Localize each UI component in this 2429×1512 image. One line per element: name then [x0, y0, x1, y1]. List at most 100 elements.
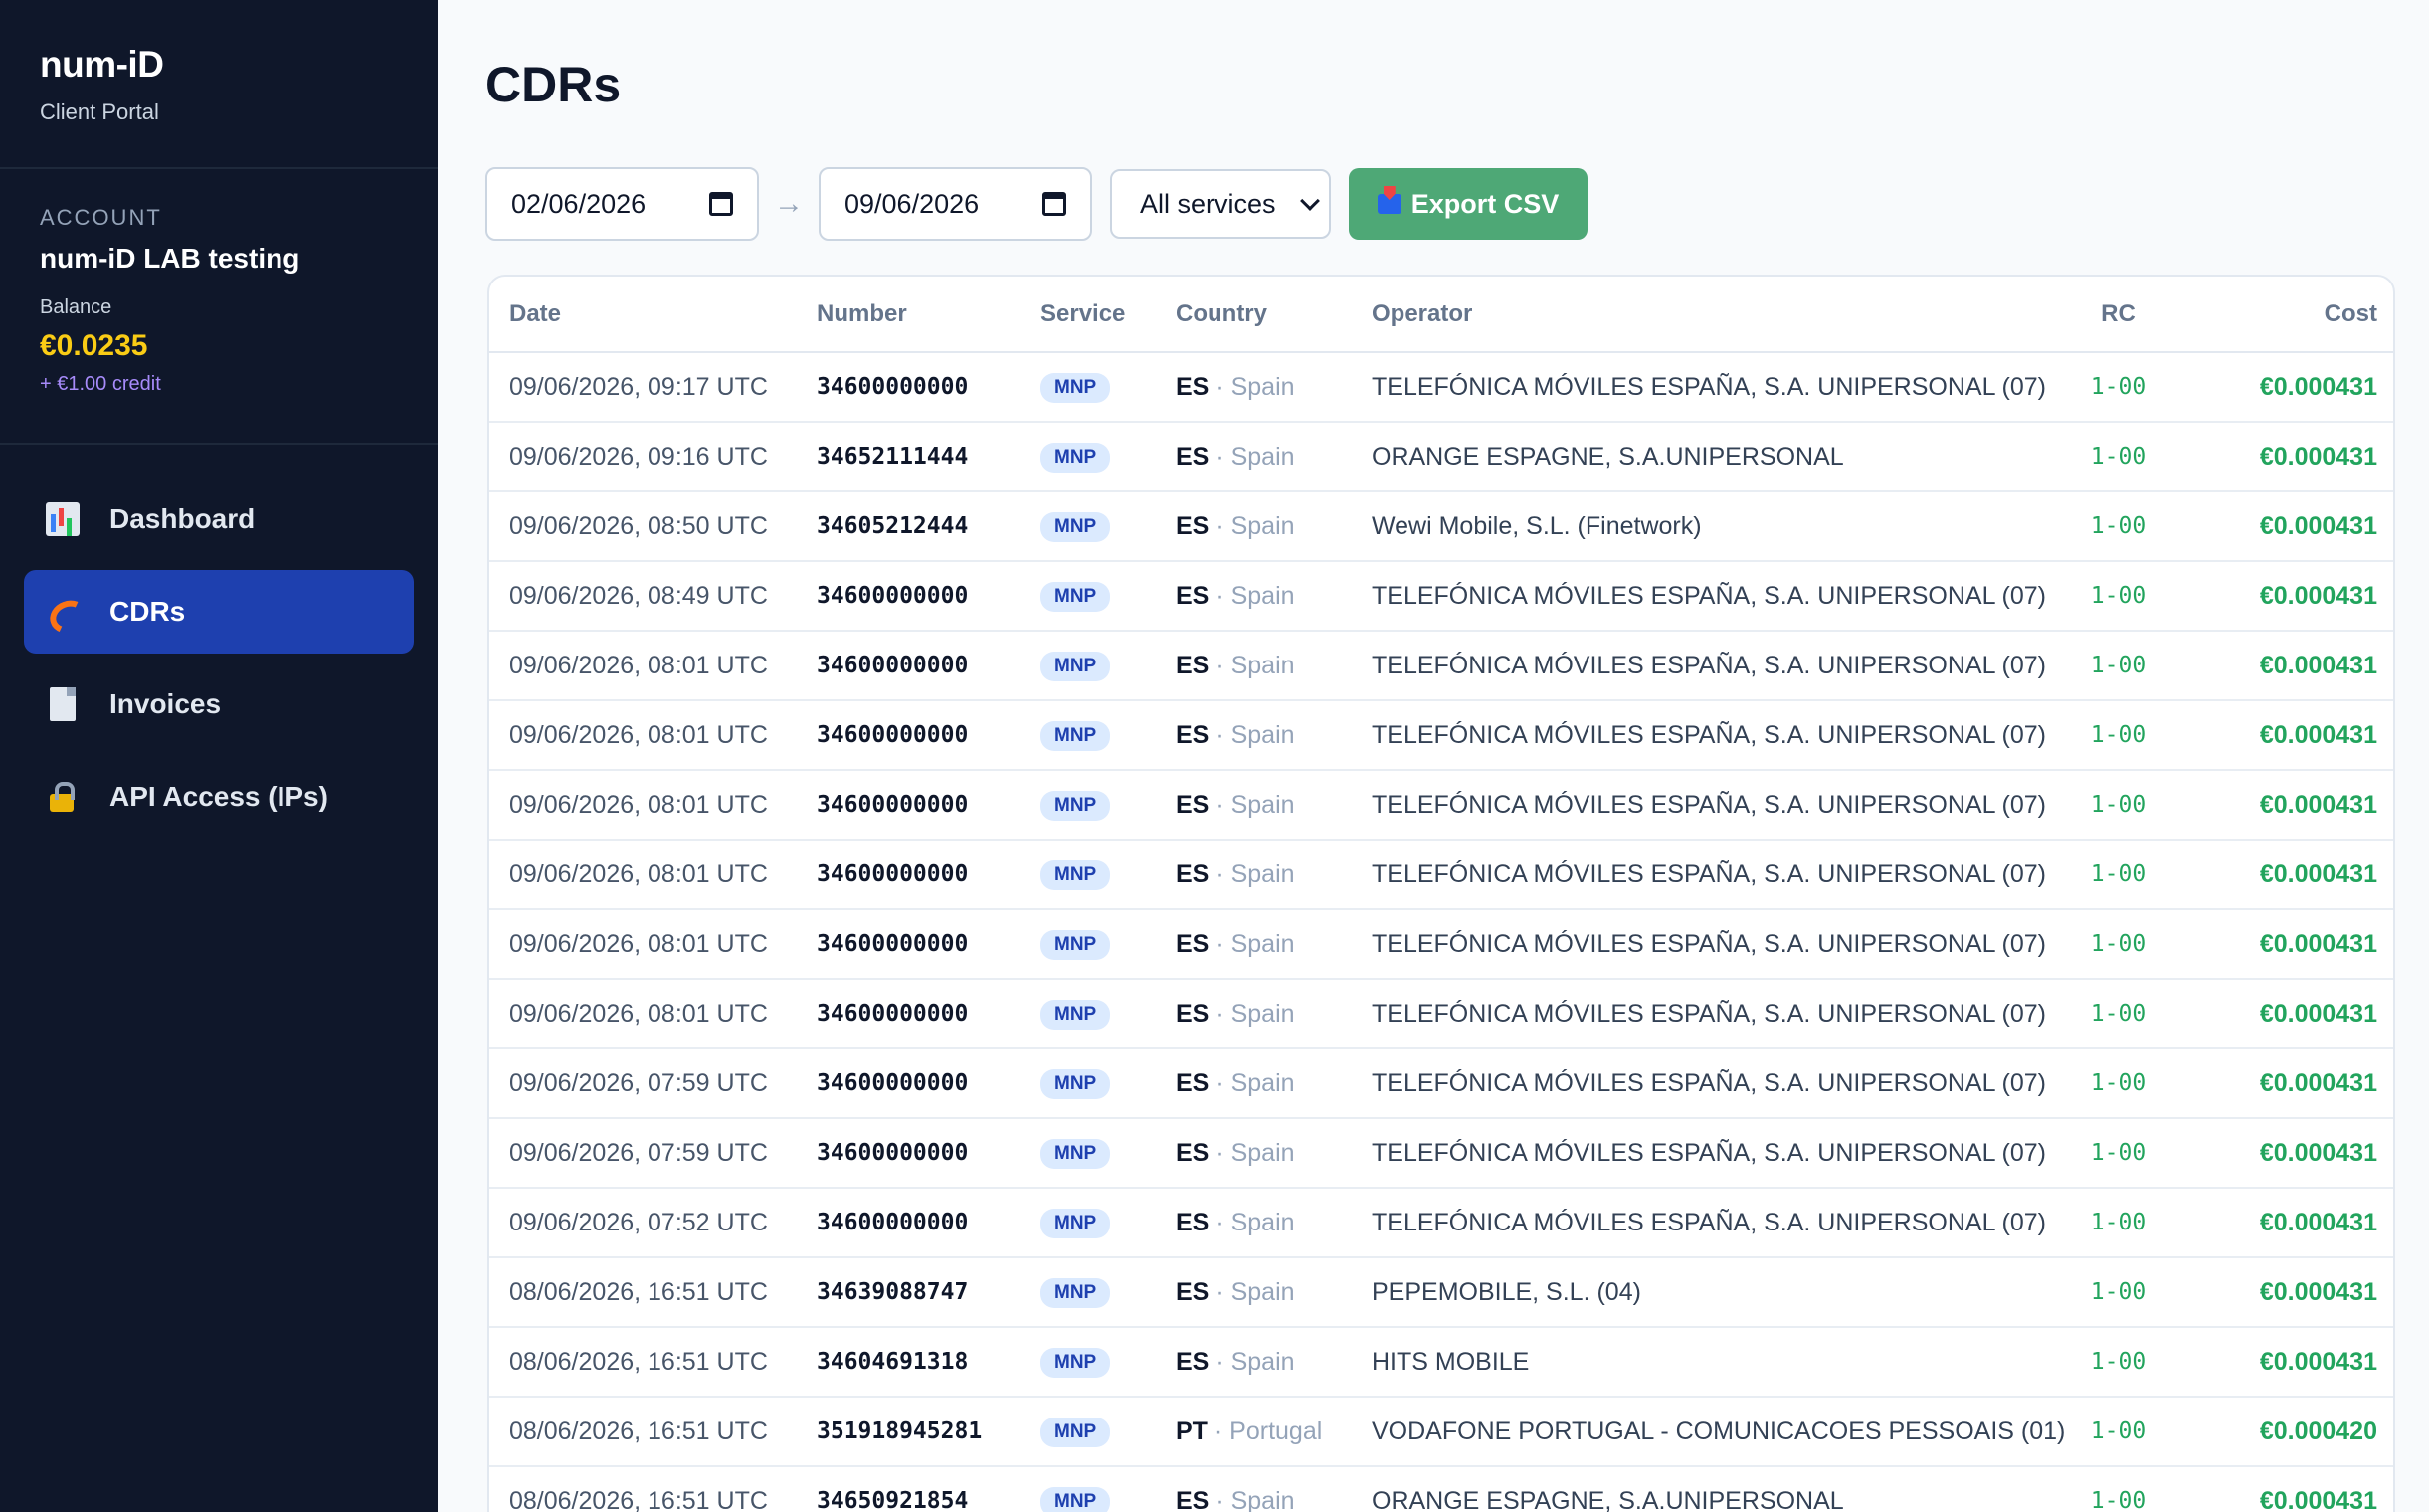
country-name: · Spain	[1215, 999, 1295, 1028]
cell-cost: €0.000431	[2165, 979, 2393, 1049]
cell-country: ES · Spain	[1176, 700, 1372, 771]
table-row[interactable]: 08/06/2026, 16:51 UTC 351918945281 MNP PT ·…	[489, 1397, 2393, 1467]
country-name: · Spain	[1215, 1138, 1295, 1167]
date-from-input[interactable]: 02/06/2026	[485, 167, 759, 241]
cell-country: ES · Spain	[1176, 979, 1372, 1049]
table-row[interactable]: 09/06/2026, 08:50 UTC 34605212444 MNP ES · …	[489, 491, 2393, 562]
export-csv-button[interactable]: Export CSV	[1349, 168, 1588, 240]
cell-rc: 1-00	[2071, 422, 2165, 492]
table-row[interactable]: 08/06/2026, 16:51 UTC 34639088747 MNP ES · …	[489, 1257, 2393, 1328]
table-row[interactable]: 09/06/2026, 08:01 UTC 34600000000 MNP ES · …	[489, 631, 2393, 701]
service-badge: MNP	[1040, 1348, 1111, 1378]
column-header-country[interactable]: Country	[1176, 277, 1372, 353]
cell-date: 09/06/2026, 08:01 UTC	[489, 631, 817, 701]
cell-operator: TELEFÓNICA MÓVILES ESPAÑA, S.A. UNIPERSO…	[1372, 631, 2071, 701]
cell-rc: 1-00	[2071, 979, 2165, 1049]
cell-operator: TELEFÓNICA MÓVILES ESPAÑA, S.A. UNIPERSO…	[1372, 979, 2071, 1049]
table-row[interactable]: 09/06/2026, 08:01 UTC 34600000000 MNP ES · …	[489, 979, 2393, 1049]
sidebar-item-invoices[interactable]: Invoices	[24, 662, 414, 746]
service-badge: MNP	[1040, 1139, 1111, 1169]
cell-number: 34650921854	[817, 1466, 1040, 1512]
cell-operator: TELEFÓNICA MÓVILES ESPAÑA, S.A. UNIPERSO…	[1372, 770, 2071, 841]
cell-country: ES · Spain	[1176, 1118, 1372, 1189]
column-header-date[interactable]: Date	[489, 277, 817, 353]
cell-cost: €0.000431	[2165, 561, 2393, 632]
cell-rc: 1-00	[2071, 909, 2165, 980]
service-select[interactable]: All services	[1110, 169, 1331, 239]
service-badge: MNP	[1040, 512, 1111, 542]
country-name: · Spain	[1215, 1347, 1295, 1376]
country-name: · Spain	[1215, 372, 1295, 401]
date-from-value: 02/06/2026	[511, 188, 647, 219]
phone-icon	[46, 595, 80, 629]
table-row[interactable]: 09/06/2026, 08:01 UTC 34600000000 MNP ES · …	[489, 700, 2393, 771]
calendar-icon[interactable]	[1042, 192, 1066, 216]
cell-number: 34600000000	[817, 352, 1040, 423]
cell-rc: 1-00	[2071, 1397, 2165, 1467]
table-row[interactable]: 09/06/2026, 09:17 UTC 34600000000 MNP ES · …	[489, 352, 2393, 423]
column-header-rc[interactable]: RC	[2071, 277, 2165, 353]
table-row[interactable]: 09/06/2026, 08:49 UTC 34600000000 MNP ES · …	[489, 561, 2393, 632]
country-code: ES	[1176, 581, 1210, 610]
cell-service: MNP	[1040, 491, 1176, 562]
service-badge: MNP	[1040, 373, 1111, 403]
cell-cost: €0.000431	[2165, 491, 2393, 562]
calendar-icon[interactable]	[709, 192, 733, 216]
cell-operator: TELEFÓNICA MÓVILES ESPAÑA, S.A. UNIPERSO…	[1372, 1188, 2071, 1258]
table-row[interactable]: 09/06/2026, 09:16 UTC 34652111444 MNP ES · …	[489, 422, 2393, 492]
cell-number: 34600000000	[817, 1118, 1040, 1189]
cell-cost: €0.000431	[2165, 1257, 2393, 1328]
cell-service: MNP	[1040, 700, 1176, 771]
country-code: ES	[1176, 929, 1210, 958]
cell-country: ES · Spain	[1176, 770, 1372, 841]
table-row[interactable]: 09/06/2026, 07:52 UTC 34600000000 MNP ES · …	[489, 1188, 2393, 1258]
table-row[interactable]: 08/06/2026, 16:51 UTC 34650921854 MNP ES · …	[489, 1466, 2393, 1512]
cell-number: 34604691318	[817, 1327, 1040, 1398]
country-name: · Spain	[1215, 581, 1295, 610]
country-name: · Spain	[1215, 1068, 1295, 1097]
account-panel: ACCOUNT num-iD LAB testing Balance €0.02…	[0, 169, 438, 445]
cell-cost: €0.000431	[2165, 352, 2393, 423]
cell-operator: ORANGE ESPAGNE, S.A.UNIPERSONAL	[1372, 422, 2071, 492]
sidebar-item-cdrs[interactable]: CDRs	[24, 570, 414, 654]
country-name: · Spain	[1215, 442, 1295, 471]
cell-number: 34600000000	[817, 631, 1040, 701]
column-header-cost[interactable]: Cost	[2165, 277, 2393, 353]
table-row[interactable]: 08/06/2026, 16:51 UTC 34604691318 MNP ES · …	[489, 1327, 2393, 1398]
cell-date: 08/06/2026, 16:51 UTC	[489, 1257, 817, 1328]
cell-date: 09/06/2026, 08:01 UTC	[489, 979, 817, 1049]
export-csv-label: Export CSV	[1410, 188, 1560, 219]
lock-key-icon	[46, 780, 80, 814]
cell-operator: TELEFÓNICA MÓVILES ESPAÑA, S.A. UNIPERSO…	[1372, 352, 2071, 423]
sidebar-item-dashboard[interactable]: Dashboard	[24, 477, 414, 561]
cell-service: MNP	[1040, 909, 1176, 980]
sidebar-item-api-access[interactable]: API Access (IPs)	[24, 755, 414, 839]
cell-rc: 1-00	[2071, 491, 2165, 562]
cell-operator: TELEFÓNICA MÓVILES ESPAÑA, S.A. UNIPERSO…	[1372, 700, 2071, 771]
table-row[interactable]: 09/06/2026, 07:59 UTC 34600000000 MNP ES · …	[489, 1048, 2393, 1119]
country-name: · Spain	[1215, 651, 1295, 679]
column-header-number[interactable]: Number	[817, 277, 1040, 353]
cell-rc: 1-00	[2071, 352, 2165, 423]
sidebar-item-label: API Access (IPs)	[109, 781, 328, 812]
country-code: ES	[1176, 859, 1210, 888]
cell-cost: €0.000431	[2165, 840, 2393, 910]
table-row[interactable]: 09/06/2026, 08:01 UTC 34600000000 MNP ES · …	[489, 840, 2393, 910]
service-badge: MNP	[1040, 1209, 1111, 1238]
service-badge: MNP	[1040, 582, 1111, 612]
cell-operator: Wewi Mobile, S.L. (Finetwork)	[1372, 491, 2071, 562]
cell-date: 09/06/2026, 07:59 UTC	[489, 1118, 817, 1189]
table-body: 09/06/2026, 09:17 UTC 34600000000 MNP ES · …	[489, 352, 2393, 1512]
column-header-service[interactable]: Service	[1040, 277, 1176, 353]
country-code: PT	[1176, 1417, 1208, 1445]
table-row[interactable]: 09/06/2026, 08:01 UTC 34600000000 MNP ES · …	[489, 770, 2393, 841]
table-row[interactable]: 09/06/2026, 08:01 UTC 34600000000 MNP ES · …	[489, 909, 2393, 980]
table-row[interactable]: 09/06/2026, 07:59 UTC 34600000000 MNP ES · …	[489, 1118, 2393, 1189]
cell-date: 09/06/2026, 09:17 UTC	[489, 352, 817, 423]
cell-rc: 1-00	[2071, 1048, 2165, 1119]
column-header-operator[interactable]: Operator	[1372, 277, 2071, 353]
filter-bar: 02/06/2026 → 09/06/2026 All services Exp…	[485, 167, 1588, 241]
cell-date: 09/06/2026, 08:01 UTC	[489, 700, 817, 771]
country-code: ES	[1176, 511, 1210, 540]
date-to-input[interactable]: 09/06/2026	[819, 167, 1092, 241]
